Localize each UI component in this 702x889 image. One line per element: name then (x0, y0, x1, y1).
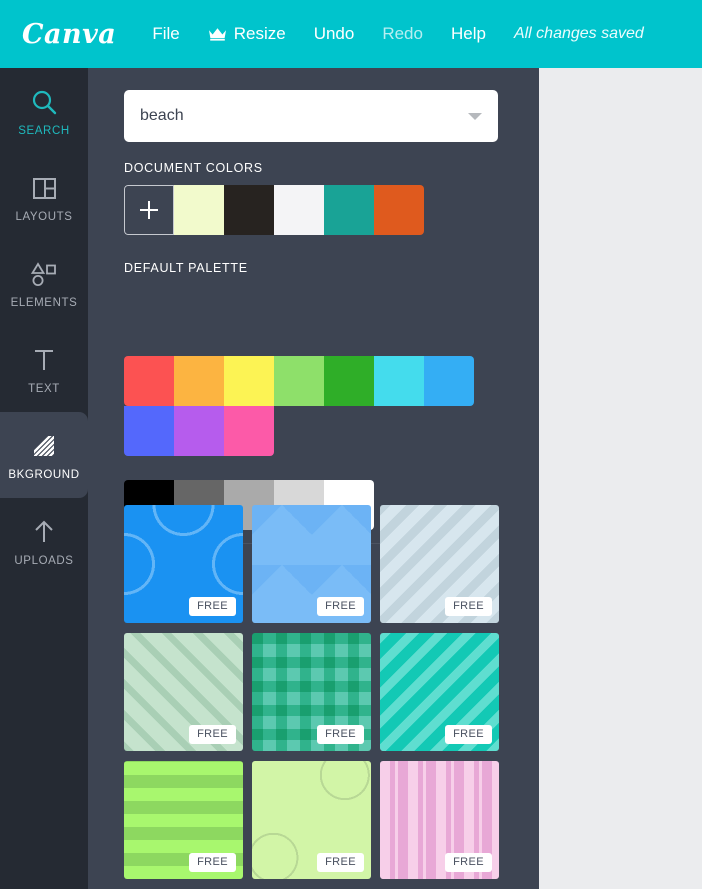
search-field-wrapper[interactable] (124, 90, 498, 142)
document-color-swatch[interactable] (174, 185, 224, 235)
menu-item-resize-label: Resize (233, 24, 286, 43)
palette-color-swatch[interactable] (124, 406, 174, 456)
menu-item-undo[interactable]: Undo (314, 24, 355, 44)
document-color-swatch[interactable] (224, 185, 274, 235)
default-palette-title: DEFAULT PALETTE (124, 261, 248, 275)
free-badge: FREE (445, 597, 492, 616)
palette-color-swatch[interactable] (224, 406, 274, 456)
default-palette-row-2 (124, 406, 274, 456)
menu-item-undo-label: Undo (313, 24, 355, 43)
palette-color-swatch[interactable] (324, 356, 374, 406)
free-badge: FREE (445, 725, 492, 744)
document-color-swatch[interactable] (324, 185, 374, 235)
background-thumbnail[interactable]: FREE (252, 633, 371, 751)
design-canvas-area[interactable] (539, 68, 702, 889)
menu-item-redo-label: Redo (382, 24, 423, 43)
add-color-button[interactable] (124, 185, 174, 235)
background-panel: DOCUMENT COLORS DEFAULT PALETTE FREEFREE… (88, 68, 539, 889)
background-thumbnail[interactable]: FREE (124, 761, 243, 879)
sidebar-item-layouts[interactable]: LAYOUTS (0, 154, 88, 240)
free-badge: FREE (317, 725, 364, 744)
free-badge: FREE (189, 853, 236, 872)
search-icon (31, 85, 57, 119)
sidebar-item-text-label: TEXT (28, 383, 60, 395)
document-colors-title: DOCUMENT COLORS (124, 161, 263, 175)
document-color-swatch[interactable] (374, 185, 424, 235)
search-input[interactable] (140, 107, 468, 125)
left-tool-rail: SEARCH LAYOUTS ELEMENTS TEXT BKGROUND UP… (0, 68, 88, 889)
sidebar-item-search-label: SEARCH (18, 125, 70, 137)
free-badge: FREE (445, 853, 492, 872)
palette-color-swatch[interactable] (174, 406, 224, 456)
sidebar-item-layouts-label: LAYOUTS (15, 211, 73, 223)
free-badge: FREE (317, 853, 364, 872)
sidebar-item-elements[interactable]: ELEMENTS (0, 240, 88, 326)
save-status: All changes saved (513, 25, 644, 42)
crown-icon (208, 27, 227, 41)
sidebar-item-bkground[interactable]: BKGROUND (0, 412, 88, 498)
free-badge: FREE (189, 597, 236, 616)
menu-item-help[interactable]: Help (451, 24, 486, 44)
menu-item-file-label: File (152, 24, 180, 43)
background-thumbnail-grid: FREE FREE FREE FREE FREE FREE FREE FREE FREE (124, 505, 520, 889)
background-thumbnail[interactable]: FREE (252, 761, 371, 879)
document-colors-row (124, 185, 424, 235)
free-badge: FREE (189, 725, 236, 744)
chevron-down-icon[interactable] (468, 112, 482, 120)
free-badge: FREE (317, 597, 364, 616)
palette-color-swatch[interactable] (174, 356, 224, 406)
palette-color-swatch[interactable] (374, 356, 424, 406)
menu-item-file[interactable]: File (152, 24, 179, 44)
palette-color-swatch[interactable] (124, 356, 174, 406)
sidebar-item-text[interactable]: TEXT (0, 326, 88, 412)
text-icon (31, 343, 57, 377)
palette-color-swatch[interactable] (224, 356, 274, 406)
top-menu-bar: Canva File Resize Undo Redo Help All cha… (0, 0, 702, 68)
sidebar-item-uploads[interactable]: UPLOADS (0, 498, 88, 584)
upload-icon (31, 515, 57, 549)
background-thumbnail[interactable]: FREE (252, 505, 371, 623)
layouts-icon (32, 171, 57, 205)
canva-logo[interactable]: Canva (22, 19, 116, 50)
menu-item-resize[interactable]: Resize (208, 24, 286, 44)
sidebar-item-elements-label: ELEMENTS (10, 297, 78, 309)
document-color-swatch[interactable] (274, 185, 324, 235)
background-icon (31, 429, 57, 463)
palette-color-swatch[interactable] (274, 356, 324, 406)
background-thumbnail[interactable]: FREE (380, 505, 499, 623)
background-thumbnail[interactable]: FREE (124, 633, 243, 751)
plus-icon (140, 201, 158, 219)
elements-icon (30, 257, 58, 291)
menu-item-redo[interactable]: Redo (382, 24, 423, 44)
palette-color-swatch[interactable] (424, 356, 474, 406)
sidebar-item-uploads-label: UPLOADS (14, 555, 74, 567)
background-thumbnail[interactable]: FREE (380, 633, 499, 751)
menu-item-help-label: Help (450, 24, 486, 43)
canva-editor: Canva File Resize Undo Redo Help All cha… (0, 0, 702, 889)
background-thumbnail[interactable]: FREE (380, 761, 499, 879)
sidebar-item-search[interactable]: SEARCH (0, 68, 88, 154)
sidebar-item-bkground-label: BKGROUND (8, 469, 80, 481)
default-palette-row-1 (124, 356, 474, 406)
background-thumbnail[interactable]: FREE (124, 505, 243, 623)
